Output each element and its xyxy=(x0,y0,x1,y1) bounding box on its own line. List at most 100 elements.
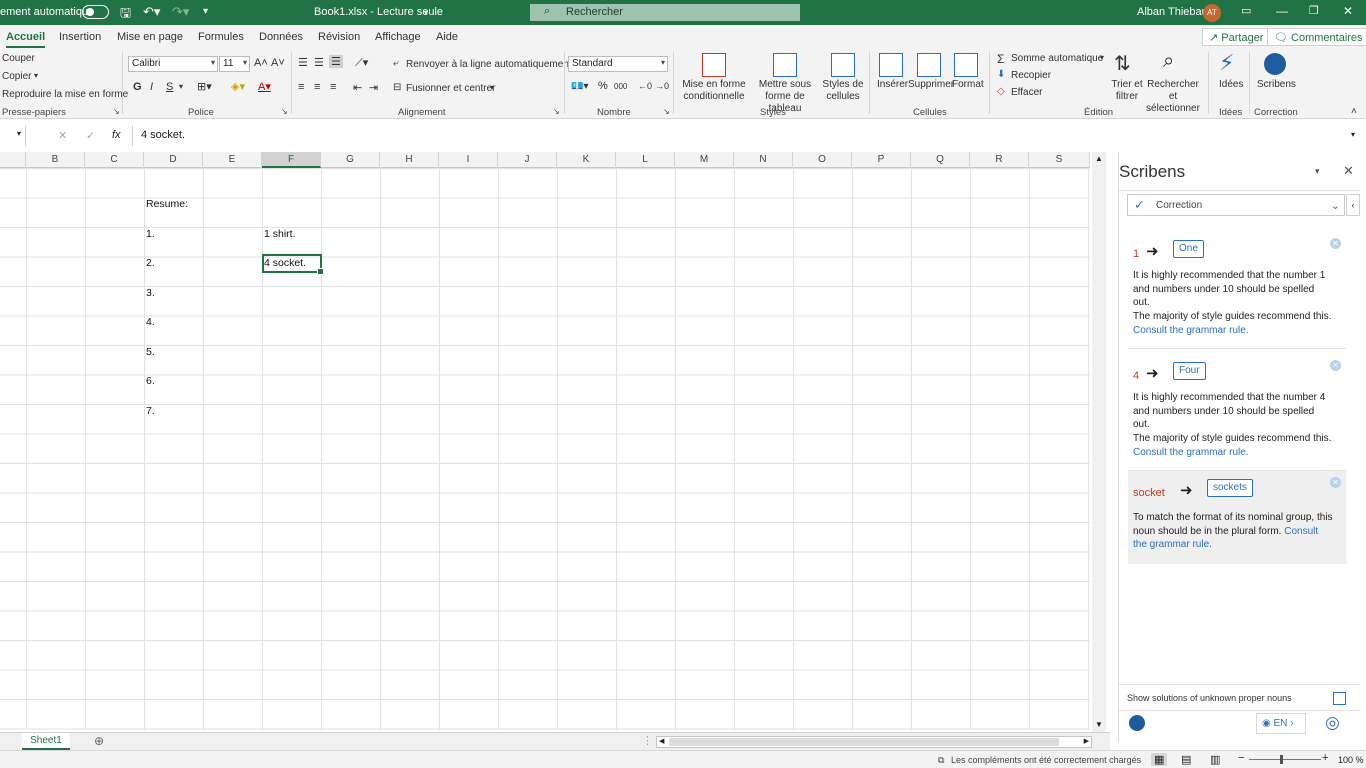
zoom-in-icon[interactable]: + xyxy=(1322,752,1328,764)
ribbon-display-icon[interactable]: ▭ xyxy=(1241,4,1251,17)
column-header[interactable]: L xyxy=(616,152,675,168)
page-break-icon[interactable]: ▥ xyxy=(1210,753,1220,766)
font-color-icon[interactable]: A▾ xyxy=(258,80,271,93)
thousands-icon[interactable]: 000 xyxy=(614,82,627,91)
column-header[interactable]: N xyxy=(734,152,793,168)
cell-styles-icon[interactable] xyxy=(831,53,855,77)
customize-qat-icon[interactable]: ▾ xyxy=(203,6,208,17)
sheet-tab[interactable]: Sheet1 xyxy=(22,733,70,750)
scroll-down-icon[interactable]: ▼ xyxy=(1095,720,1103,729)
align-center-icon[interactable]: ≡ xyxy=(314,81,320,93)
zoom-out-icon[interactable]: − xyxy=(1238,752,1244,764)
increase-indent-icon[interactable]: ⇥ xyxy=(369,81,378,94)
ideas-button[interactable]: Idées xyxy=(1219,79,1243,90)
column-header[interactable]: M xyxy=(675,152,734,168)
redo-icon[interactable]: ↷▾ xyxy=(172,4,189,20)
font-launcher-icon[interactable]: ↘ xyxy=(281,107,288,116)
suggestion-replacement-button[interactable]: sockets xyxy=(1207,479,1253,497)
formula-input[interactable]: 4 socket. xyxy=(132,126,1366,146)
italic-button[interactable]: I xyxy=(150,81,153,93)
autosum-dropdown-icon[interactable]: ▾ xyxy=(1100,53,1104,62)
font-name-select[interactable]: Calibri ▾ xyxy=(128,56,218,72)
column-header[interactable]: E xyxy=(203,152,262,168)
cell-number-4[interactable]: 4. xyxy=(146,316,155,328)
fill-color-icon[interactable]: ◈▾ xyxy=(231,80,245,93)
enter-icon[interactable]: ✓ xyxy=(86,129,95,142)
delete-cells-icon[interactable] xyxy=(917,53,941,77)
bold-button[interactable]: G xyxy=(133,81,142,93)
font-size-select[interactable]: 11 ▾ xyxy=(219,56,250,72)
tab-mise-en-page[interactable]: Mise en page xyxy=(117,31,183,43)
clear-button[interactable]: Effacer xyxy=(1011,87,1043,98)
collapse-ribbon-icon[interactable]: ˄ xyxy=(1351,106,1357,117)
autosave-toggle[interactable] xyxy=(82,5,109,19)
column-header[interactable]: P xyxy=(852,152,911,168)
suggestion-card[interactable]: 4 ➜ Four ✕ It is highly recommended that… xyxy=(1128,354,1346,469)
suggestion-replacement-button[interactable]: Four xyxy=(1173,362,1206,380)
find-select-button[interactable]: Rechercher et sélectionner xyxy=(1144,79,1202,115)
name-box[interactable]: ▾ xyxy=(0,126,26,146)
cell-resume[interactable]: Resume: xyxy=(146,198,188,210)
underline-button[interactable]: S xyxy=(166,81,173,93)
zoom-level[interactable]: 100 % xyxy=(1338,755,1364,765)
merge-center-button[interactable]: Fusionner et centrer xyxy=(406,83,496,94)
fill-button[interactable]: Recopier xyxy=(1011,70,1051,81)
orientation-icon[interactable]: ⟋▾ xyxy=(355,56,368,70)
cell-item-2[interactable]: 4 socket. xyxy=(264,257,306,269)
scroll-right-icon[interactable]: ▶ xyxy=(1084,737,1089,745)
column-header-selected[interactable]: F xyxy=(262,152,321,168)
increase-decimal-icon[interactable]: ←0 xyxy=(638,81,652,91)
tab-formules[interactable]: Formules xyxy=(198,31,244,43)
cell-number-5[interactable]: 5. xyxy=(146,346,155,358)
merge-dropdown-icon[interactable]: ▾ xyxy=(490,83,494,92)
normal-view-icon[interactable]: ▦ xyxy=(1151,753,1168,766)
search-box[interactable]: ⌕ Rechercher xyxy=(530,4,800,21)
zoom-slider-thumb[interactable] xyxy=(1280,755,1283,764)
lightning-icon[interactable]: ⚡ xyxy=(1219,50,1234,76)
cell-number-1[interactable]: 1. xyxy=(146,228,155,240)
align-top-icon[interactable]: ☰ xyxy=(298,56,308,69)
sort-filter-icon[interactable]: ⇅ xyxy=(1114,51,1131,76)
dismiss-icon[interactable]: ✕ xyxy=(1330,477,1341,488)
borders-icon[interactable]: ⊞▾ xyxy=(197,80,212,93)
tab-insertion[interactable]: Insertion xyxy=(59,31,101,43)
cell-item-1[interactable]: 1 shirt. xyxy=(264,228,296,240)
undo-icon[interactable]: ↶▾ xyxy=(143,4,160,20)
insert-cells-button[interactable]: Insérer xyxy=(877,79,908,90)
column-header[interactable]: O xyxy=(793,152,852,168)
conditional-format-icon[interactable] xyxy=(702,53,726,77)
column-header[interactable]: I xyxy=(439,152,498,168)
format-painter-button[interactable]: Reproduire la mise en forme xyxy=(2,89,128,100)
suggestion-card[interactable]: socket ➜ sockets ✕ To match the format o… xyxy=(1128,471,1346,564)
scribens-logo-icon[interactable] xyxy=(1129,715,1145,731)
fx-icon[interactable]: fx xyxy=(112,129,121,141)
cell-number-2[interactable]: 2. xyxy=(146,257,155,269)
tab-aide[interactable]: Aide xyxy=(436,31,458,43)
select-all-corner[interactable] xyxy=(0,152,26,168)
align-bottom-icon[interactable]: ☰ xyxy=(329,55,343,68)
copy-button[interactable]: Copier xyxy=(2,71,31,82)
worksheet-grid[interactable]: Resume: 1. 2. 3. 4. 5. 6. 7. 1 shirt. 4 … xyxy=(0,168,1090,730)
add-sheet-icon[interactable]: ⊕ xyxy=(94,734,104,748)
align-right-icon[interactable]: ≡ xyxy=(330,81,336,93)
restore-icon[interactable]: ❐ xyxy=(1309,4,1319,17)
column-header[interactable]: G xyxy=(321,152,380,168)
zoom-slider[interactable] xyxy=(1249,759,1321,760)
pane-close-icon[interactable]: ✕ xyxy=(1343,163,1354,179)
split-handle-icon[interactable]: ⋮ xyxy=(642,734,653,747)
scroll-left-icon[interactable]: ◀ xyxy=(659,737,664,745)
dismiss-icon[interactable]: ✕ xyxy=(1330,238,1341,249)
avatar[interactable]: AT xyxy=(1203,4,1221,22)
decrease-indent-icon[interactable]: ⇤ xyxy=(353,81,362,94)
number-launcher-icon[interactable]: ↘ xyxy=(663,107,670,116)
currency-icon[interactable]: 💶▾ xyxy=(571,81,588,92)
alignment-launcher-icon[interactable]: ↘ xyxy=(553,107,560,116)
grammar-rule-link[interactable]: Consult the grammar rule. xyxy=(1133,325,1249,336)
column-header[interactable]: D xyxy=(144,152,203,168)
percent-icon[interactable]: % xyxy=(598,80,608,92)
share-button[interactable]: ↗ Partager xyxy=(1202,28,1271,46)
align-left-icon[interactable]: ≡ xyxy=(298,81,304,93)
sort-filter-button[interactable]: Trier et filtrer xyxy=(1110,79,1144,103)
column-header[interactable]: S xyxy=(1029,152,1090,168)
conditional-format-button[interactable]: Mise en forme conditionnelle xyxy=(681,79,747,103)
